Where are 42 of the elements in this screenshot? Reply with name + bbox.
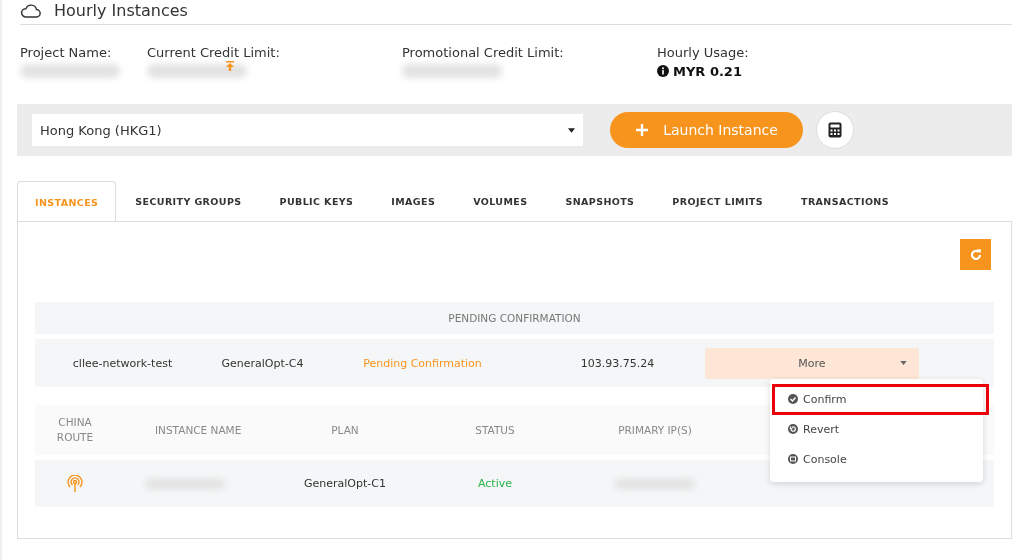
undo-icon [788,424,798,434]
caret-icon [568,127,575,133]
refresh-icon [968,247,983,262]
calculator-icon [828,122,842,138]
section-heading: PENDING CONFIRMATION [35,302,994,334]
summary-label: Current Credit Limit: [147,45,281,60]
column-header: PLAN [330,422,360,438]
menu-item[interactable]: Confirm [770,384,983,414]
menu-item[interactable]: Revert [770,414,983,444]
table-cell-text: GeneralOpt-C4 [220,356,305,370]
tab[interactable]: IMAGES [372,181,455,221]
tab[interactable]: SNAPSHOTS [546,181,654,221]
menu-item[interactable]: Console [770,444,983,474]
usage-value: MYR 0.21 [673,63,742,79]
plus-icon [635,123,650,137]
column-header: INSTANCE NAME [154,422,243,438]
page-title: Hourly Instances [54,0,188,20]
table-cell-text: GeneralOpt-C1 [303,477,387,490]
status-text: Active [477,477,513,490]
column-header: CHINA ROUTE [55,415,95,445]
column-header: STATUS [474,422,516,438]
tab[interactable]: PUBLIC KEYS [260,181,373,221]
tab[interactable]: VOLUMES [454,181,547,221]
info-icon [657,65,669,77]
tab[interactable]: TRANSACTIONS [782,181,908,221]
caret-icon [900,361,907,365]
terminal-icon [788,454,798,464]
table-cell-text: 103.93.75.24 [579,356,656,370]
column-header: PRIMARY IP(S) [617,422,693,438]
calculator-button[interactable] [816,111,854,149]
tab[interactable]: PROJECT LIMITS [653,181,782,221]
region-select[interactable]: Hong Kong (HKG1) [32,114,583,146]
summary-label: Promotional Credit Limit: [402,45,565,60]
check-icon [788,394,798,404]
status-text: Pending Confirmation [362,356,483,370]
more-dropdown[interactable]: More [705,347,919,379]
tab[interactable]: SECURITY GROUPS [116,181,261,221]
table-cell-text: cllee-network-test [71,356,174,370]
summary-label: Project Name: [20,45,113,60]
summary-label: Hourly Usage: [657,45,749,60]
cloud-icon [20,2,42,18]
arrow-up-icon [226,61,234,71]
